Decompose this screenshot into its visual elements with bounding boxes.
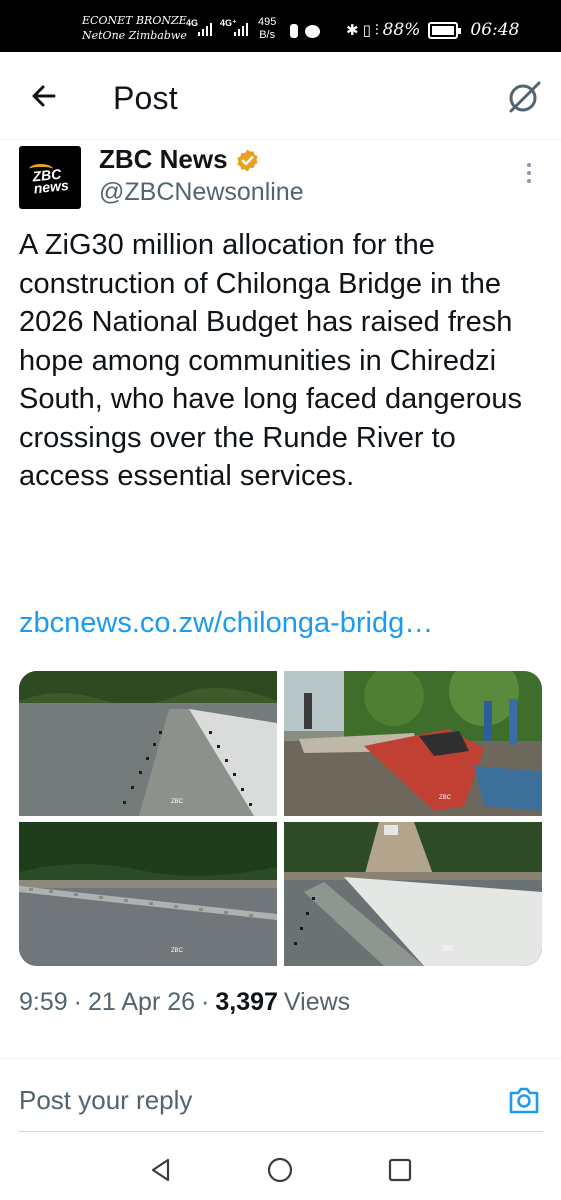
post-text: A ZiG30 million allocation for the const… [19, 229, 523, 492]
avatar-logo: ZBC news [31, 165, 70, 197]
post-date: 21 Apr 26 [88, 988, 196, 1016]
arrow-left-icon[interactable] [27, 78, 63, 114]
carrier-labels: ECONET BRONZE NetOne Zimbabwe [82, 13, 187, 43]
grok-icon[interactable] [505, 78, 543, 116]
separator: · [73, 988, 82, 1016]
post-metadata: 9:59 · 21 Apr 26 · 3,397 Views [19, 988, 350, 1017]
author-handle[interactable]: @ZBCNewsonline [99, 178, 304, 207]
post-time: 9:59 [19, 988, 68, 1016]
vibrate-icon: ▯ [362, 21, 371, 39]
square-recent-icon[interactable] [388, 1158, 412, 1182]
author-display-name[interactable]: ZBC News [99, 144, 228, 175]
signal-icon [234, 20, 248, 36]
speed-value: 495 [258, 16, 277, 28]
views-label: Views [283, 988, 351, 1016]
battery-icon [428, 21, 462, 39]
message-icon [305, 24, 320, 38]
top-app-bar: Post [0, 52, 561, 140]
more-vertical-icon[interactable] [520, 160, 538, 186]
verified-badge-icon [237, 149, 258, 172]
carrier-1: ECONET BRONZE [82, 14, 187, 27]
notification-icons [290, 24, 320, 38]
system-nav-bar [0, 1140, 561, 1200]
media-grid: ZBC ZBC ZBC ZBC [19, 671, 542, 966]
watermark: ZBC [171, 799, 184, 805]
signal-icon [198, 20, 212, 36]
status-bar: ECONET BRONZE NetOne Zimbabwe 4G 4G⁺ 495… [0, 0, 561, 52]
ring-icon: ⫶ [374, 21, 379, 39]
network-speed: 495 B/s [258, 16, 276, 42]
media-photo-3[interactable]: ZBC [19, 822, 277, 966]
bluetooth-icon: ✱ [346, 21, 359, 39]
views-count[interactable]: 3,397 [215, 988, 278, 1017]
reply-input[interactable]: Post your reply [19, 1085, 192, 1116]
divider [0, 1058, 561, 1059]
media-photo-4[interactable]: ZBC [284, 822, 542, 966]
carrier-2: NetOne Zimbabwe [82, 29, 187, 42]
triangle-back-icon[interactable] [148, 1157, 174, 1183]
clock: 06:48 [470, 20, 520, 40]
post-link[interactable]: zbcnews.co.zw/chilonga-bridg… [19, 607, 433, 640]
watermark: ZBC [171, 948, 184, 954]
notification-icon [290, 24, 298, 38]
avatar[interactable]: ZBC news [19, 146, 81, 209]
circle-home-icon[interactable] [266, 1156, 294, 1184]
watermark: ZBC [442, 946, 455, 952]
status-right: ✱ ▯ ⫶ 88% 06:48 [346, 20, 519, 40]
reply-underline [19, 1131, 543, 1132]
speed-unit: B/s [259, 29, 276, 41]
battery-percent: 88% [382, 20, 421, 40]
media-photo-1[interactable]: ZBC [19, 671, 277, 816]
watermark: ZBC [439, 795, 452, 801]
network-type-1: 4G [186, 18, 199, 28]
media-photo-2[interactable]: ZBC [284, 671, 542, 816]
page-title: Post [113, 80, 178, 116]
camera-icon[interactable] [507, 1084, 541, 1116]
separator: · [201, 988, 210, 1016]
